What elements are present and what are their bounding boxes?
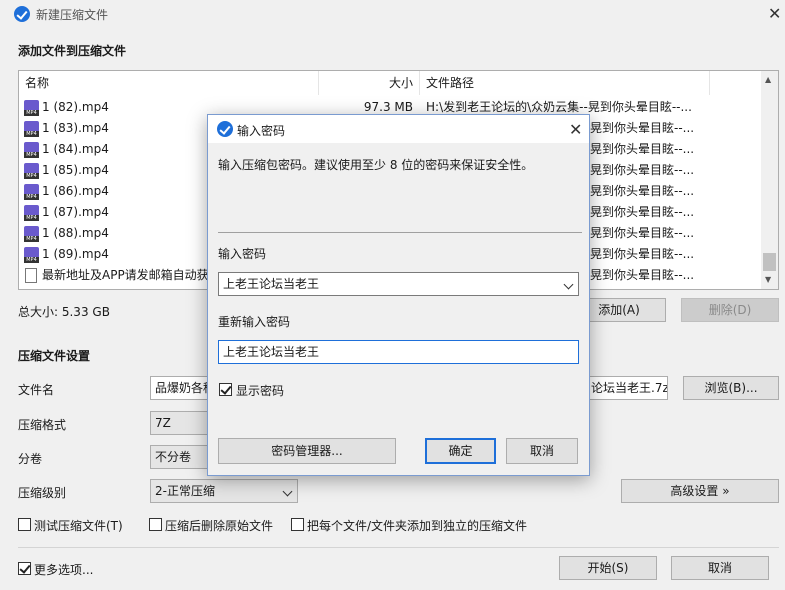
scroll-down-icon[interactable]: ▼ — [765, 275, 771, 284]
window-titlebar — [0, 0, 785, 28]
advanced-settings-button[interactable]: 高级设置 » — [621, 479, 779, 503]
text-file-icon — [25, 268, 37, 283]
mp4-file-icon — [24, 184, 39, 200]
scroll-up-icon[interactable]: ▲ — [765, 75, 771, 84]
split-select[interactable]: 不分卷 — [150, 445, 210, 469]
app-logo-icon — [14, 6, 30, 22]
more-options-checkbox[interactable] — [18, 562, 31, 575]
dialog-title: 输入密码 — [237, 124, 286, 138]
chevron-down-icon — [282, 486, 293, 497]
show-password-label[interactable]: 显示密码 — [236, 382, 284, 399]
mp4-file-icon — [24, 226, 39, 242]
section-settings-title: 压缩文件设置 — [18, 349, 91, 363]
column-header-size[interactable]: 大小 — [319, 71, 420, 95]
file-name: 1 (88).mp4 — [42, 226, 109, 240]
file-name: 1 (87).mp4 — [42, 205, 109, 219]
start-button[interactable]: 开始(S) — [559, 556, 657, 580]
password-confirm-input[interactable]: 上老王论坛当老王 — [218, 340, 579, 364]
filename-input[interactable]: 品爆奶各种 — [150, 376, 210, 400]
file-path: 晃到你头晕目眩--... — [590, 247, 695, 261]
scrollbar-thumb[interactable] — [763, 253, 776, 271]
file-path: 晃到你头晕目眩--... — [590, 184, 695, 198]
more-options-label[interactable]: 更多选项... — [34, 561, 93, 578]
column-header-path[interactable]: 文件路径 — [420, 71, 710, 95]
bottom-divider — [18, 547, 779, 548]
dialog-app-icon — [217, 121, 233, 137]
window-close-icon[interactable]: ✕ — [768, 4, 781, 23]
level-value: 2-正常压缩 — [155, 484, 215, 498]
file-name: 1 (82).mp4 — [42, 100, 109, 114]
file-name: 1 (86).mp4 — [42, 184, 109, 198]
file-name: 1 (84).mp4 — [42, 142, 109, 156]
mp4-file-icon — [24, 247, 39, 263]
browse-button[interactable]: 浏览(B)... — [683, 376, 779, 400]
format-select[interactable]: 7Z — [150, 411, 210, 435]
chevron-down-icon[interactable] — [563, 279, 574, 290]
file-name: 最新地址及APP请发邮箱自动获 — [42, 268, 209, 282]
password-input[interactable]: 上老王论坛当老王 — [218, 272, 579, 296]
password-dialog: 输入密码 ✕ 输入压缩包密码。建议使用至少 8 位的密码来保证安全性。 输入密码… — [207, 114, 590, 476]
filename-input-tail[interactable]: 论坛当老王.7z — [586, 376, 668, 400]
dialog-cancel-button[interactable]: 取消 — [506, 438, 578, 464]
total-size: 总大小: 5.33 GB — [18, 305, 110, 319]
mp4-file-icon — [24, 142, 39, 158]
password-value: 上老王论坛当老王 — [223, 277, 320, 291]
format-label: 压缩格式 — [18, 418, 67, 432]
section-add-title: 添加文件到压缩文件 — [18, 44, 127, 58]
separate-archives-label[interactable]: 把每个文件/文件夹添加到独立的压缩文件 — [307, 517, 527, 534]
delete-after-label[interactable]: 压缩后删除原始文件 — [165, 517, 273, 534]
file-path: 晃到你头晕目眩--... — [590, 142, 695, 156]
enter-password-label: 输入密码 — [218, 247, 267, 261]
file-path: 晃到你头晕目眩--... — [590, 205, 695, 219]
column-header-name[interactable]: 名称 — [19, 71, 319, 95]
cancel-button[interactable]: 取消 — [671, 556, 769, 580]
list-scrollbar[interactable]: ▲ ▼ — [761, 71, 778, 289]
dialog-close-icon[interactable]: ✕ — [569, 120, 582, 139]
window-title: 新建压缩文件 — [36, 8, 109, 22]
show-password-checkbox[interactable] — [219, 383, 232, 396]
file-path: 晃到你头晕目眩--... — [590, 163, 695, 177]
dialog-hint: 输入压缩包密码。建议使用至少 8 位的密码来保证安全性。 — [218, 158, 534, 172]
mp4-file-icon — [24, 121, 39, 137]
level-label: 压缩级别 — [18, 486, 67, 500]
mp4-file-icon — [24, 205, 39, 221]
ok-button[interactable]: 确定 — [425, 438, 496, 464]
file-path: 晃到你头晕目眩--... — [590, 121, 695, 135]
test-archive-label[interactable]: 测试压缩文件(T) — [34, 517, 123, 534]
dialog-divider — [218, 232, 582, 233]
file-name: 1 (89).mp4 — [42, 247, 109, 261]
delete-after-checkbox[interactable] — [149, 518, 162, 531]
mp4-file-icon — [24, 100, 39, 116]
filename-label: 文件名 — [18, 383, 55, 397]
file-path: 晃到你头晕目眩--... — [590, 268, 695, 282]
test-archive-checkbox[interactable] — [18, 518, 31, 531]
level-select[interactable]: 2-正常压缩 — [150, 479, 298, 503]
file-path: 晃到你头晕目眩--... — [590, 226, 695, 240]
password-manager-button[interactable]: 密码管理器... — [218, 438, 396, 464]
separate-archives-checkbox[interactable] — [291, 518, 304, 531]
split-label: 分卷 — [18, 452, 43, 466]
file-name: 1 (83).mp4 — [42, 121, 109, 135]
delete-button[interactable]: 删除(D) — [681, 298, 779, 322]
reenter-password-label: 重新输入密码 — [218, 315, 291, 329]
mp4-file-icon — [24, 163, 39, 179]
file-name: 1 (85).mp4 — [42, 163, 109, 177]
